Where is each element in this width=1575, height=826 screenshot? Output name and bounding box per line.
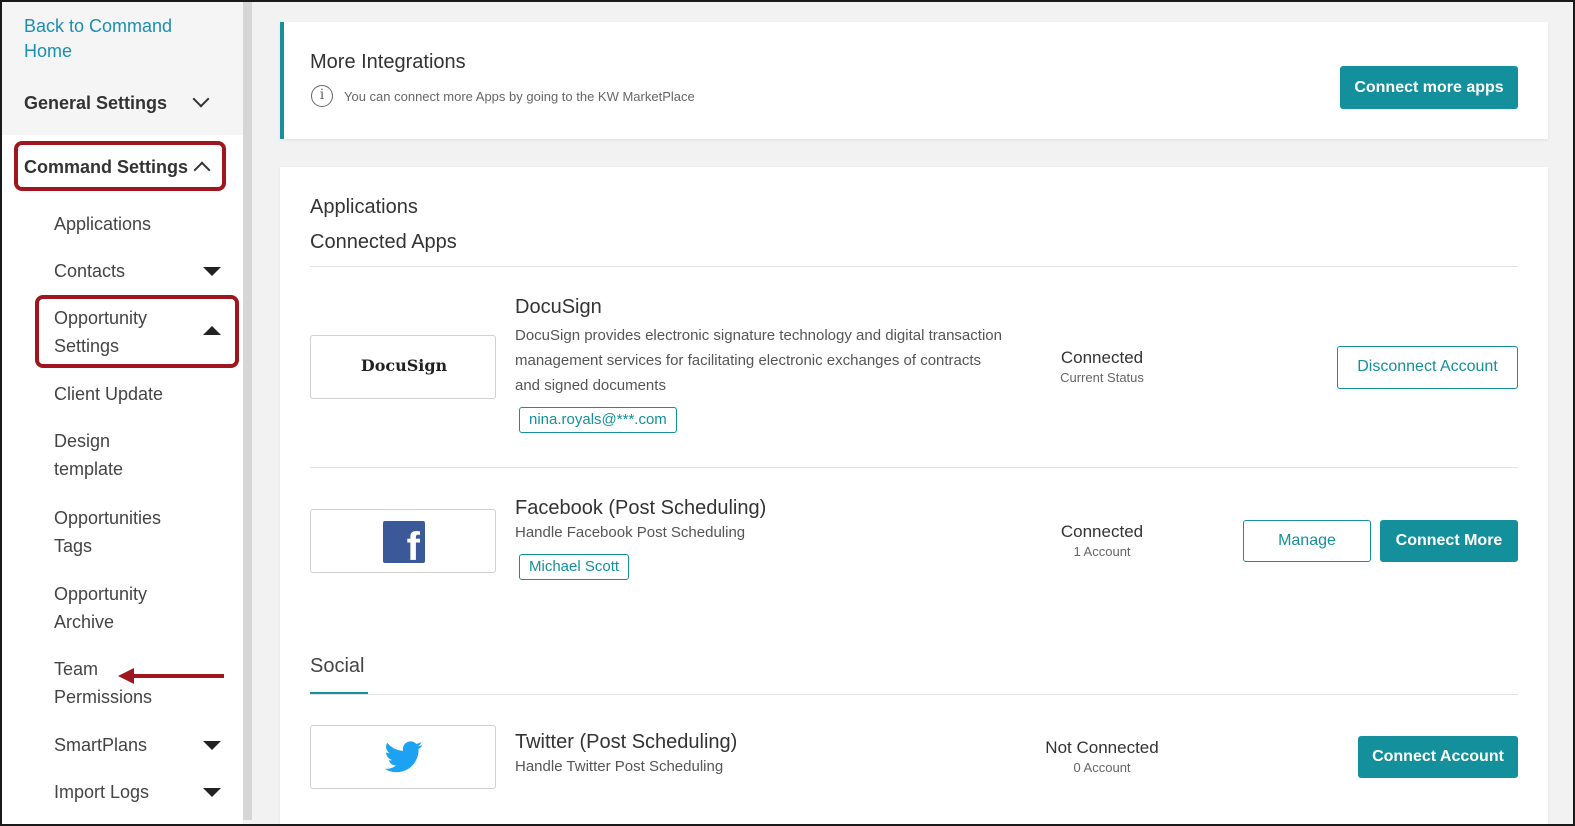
connect-more-button[interactable]: Connect More: [1380, 520, 1518, 562]
sidebar-item-import-logs[interactable]: Import Logs: [54, 778, 204, 806]
sidebar-item-design-template[interactable]: Design template: [54, 427, 164, 483]
status-twitter: Not Connected: [1045, 738, 1159, 757]
caret-down-icon[interactable]: [203, 788, 221, 797]
divider: [310, 694, 1518, 695]
integrations-title: More Integrations: [310, 51, 466, 73]
divider: [310, 467, 1518, 468]
status-sub-twitter: 0 Account: [1073, 760, 1131, 775]
annotation-highlight-command-settings: [14, 141, 226, 191]
sidebar-item-team-permissions[interactable]: Team Permissions: [54, 655, 174, 711]
sidebar: Back to Command Home General Settings Co…: [2, 2, 243, 824]
connect-more-apps-button[interactable]: Connect more apps: [1340, 66, 1518, 109]
app-name-facebook: Facebook (Post Scheduling): [515, 497, 767, 519]
annotation-arrow: [132, 674, 224, 678]
annotation-highlight-opportunity-settings: [35, 295, 239, 368]
account-chip-docusign[interactable]: nina.royals@***.com: [519, 407, 677, 433]
applications-title: Applications: [310, 196, 418, 218]
app-frame: Back to Command Home General Settings Co…: [0, 0, 1575, 826]
general-settings-toggle[interactable]: General Settings: [24, 93, 167, 114]
disconnect-account-button[interactable]: Disconnect Account: [1337, 346, 1518, 389]
app-description-docusign: DocuSign provides electronic signature t…: [515, 327, 1002, 394]
status-sub-docusign: Current Status: [1060, 370, 1144, 385]
tab-social[interactable]: Social: [310, 655, 364, 678]
facebook-icon-letter: f: [406, 525, 420, 569]
sidebar-item-smartplans[interactable]: SmartPlans: [54, 731, 204, 759]
manage-button[interactable]: Manage: [1243, 520, 1371, 562]
facebook-icon: f: [383, 521, 425, 567]
sidebar-item-contacts[interactable]: Contacts: [54, 257, 204, 285]
sidebar-item-opportunity-archive[interactable]: Opportunity Archive: [54, 580, 184, 636]
docusign-logo-text: DocuSign: [360, 356, 448, 375]
connected-apps-subtitle: Connected Apps: [310, 231, 457, 253]
twitter-logo: [310, 725, 496, 789]
account-chip-facebook[interactable]: Michael Scott: [519, 554, 630, 580]
status-facebook: Connected: [1060, 522, 1144, 541]
sidebar-item-opportunities-tags[interactable]: Opportunities Tags: [54, 504, 184, 560]
integrations-hint: You can connect more Apps by going to th…: [344, 89, 695, 104]
more-integrations-card: More Integrations i You can connect more…: [280, 22, 1548, 139]
sidebar-item-client-update[interactable]: Client Update: [54, 380, 204, 408]
app-name-twitter: Twitter (Post Scheduling): [515, 731, 738, 753]
divider: [310, 266, 1518, 267]
caret-down-icon[interactable]: [203, 741, 221, 750]
applications-card: Applications Connected Apps DocuSign Doc…: [280, 167, 1548, 824]
caret-down-icon[interactable]: [203, 267, 221, 276]
twitter-icon: [385, 741, 423, 773]
status-docusign: Connected: [1060, 348, 1144, 367]
status-sub-facebook: 1 Account: [1073, 544, 1131, 559]
connect-account-button[interactable]: Connect Account: [1358, 736, 1518, 778]
sidebar-scrollbar[interactable]: [243, 2, 252, 820]
app-name-docusign: DocuSign: [515, 296, 602, 318]
docusign-logo: DocuSign: [310, 335, 496, 399]
sidebar-item-applications[interactable]: Applications: [54, 210, 204, 238]
annotation-arrow-head: [118, 668, 134, 684]
info-icon: i: [311, 85, 333, 107]
back-to-home-link[interactable]: Back to Command Home: [24, 14, 204, 64]
app-description-twitter: Handle Twitter Post Scheduling: [515, 758, 724, 775]
app-description-facebook: Handle Facebook Post Scheduling: [515, 524, 746, 541]
facebook-logo: f: [310, 509, 496, 573]
